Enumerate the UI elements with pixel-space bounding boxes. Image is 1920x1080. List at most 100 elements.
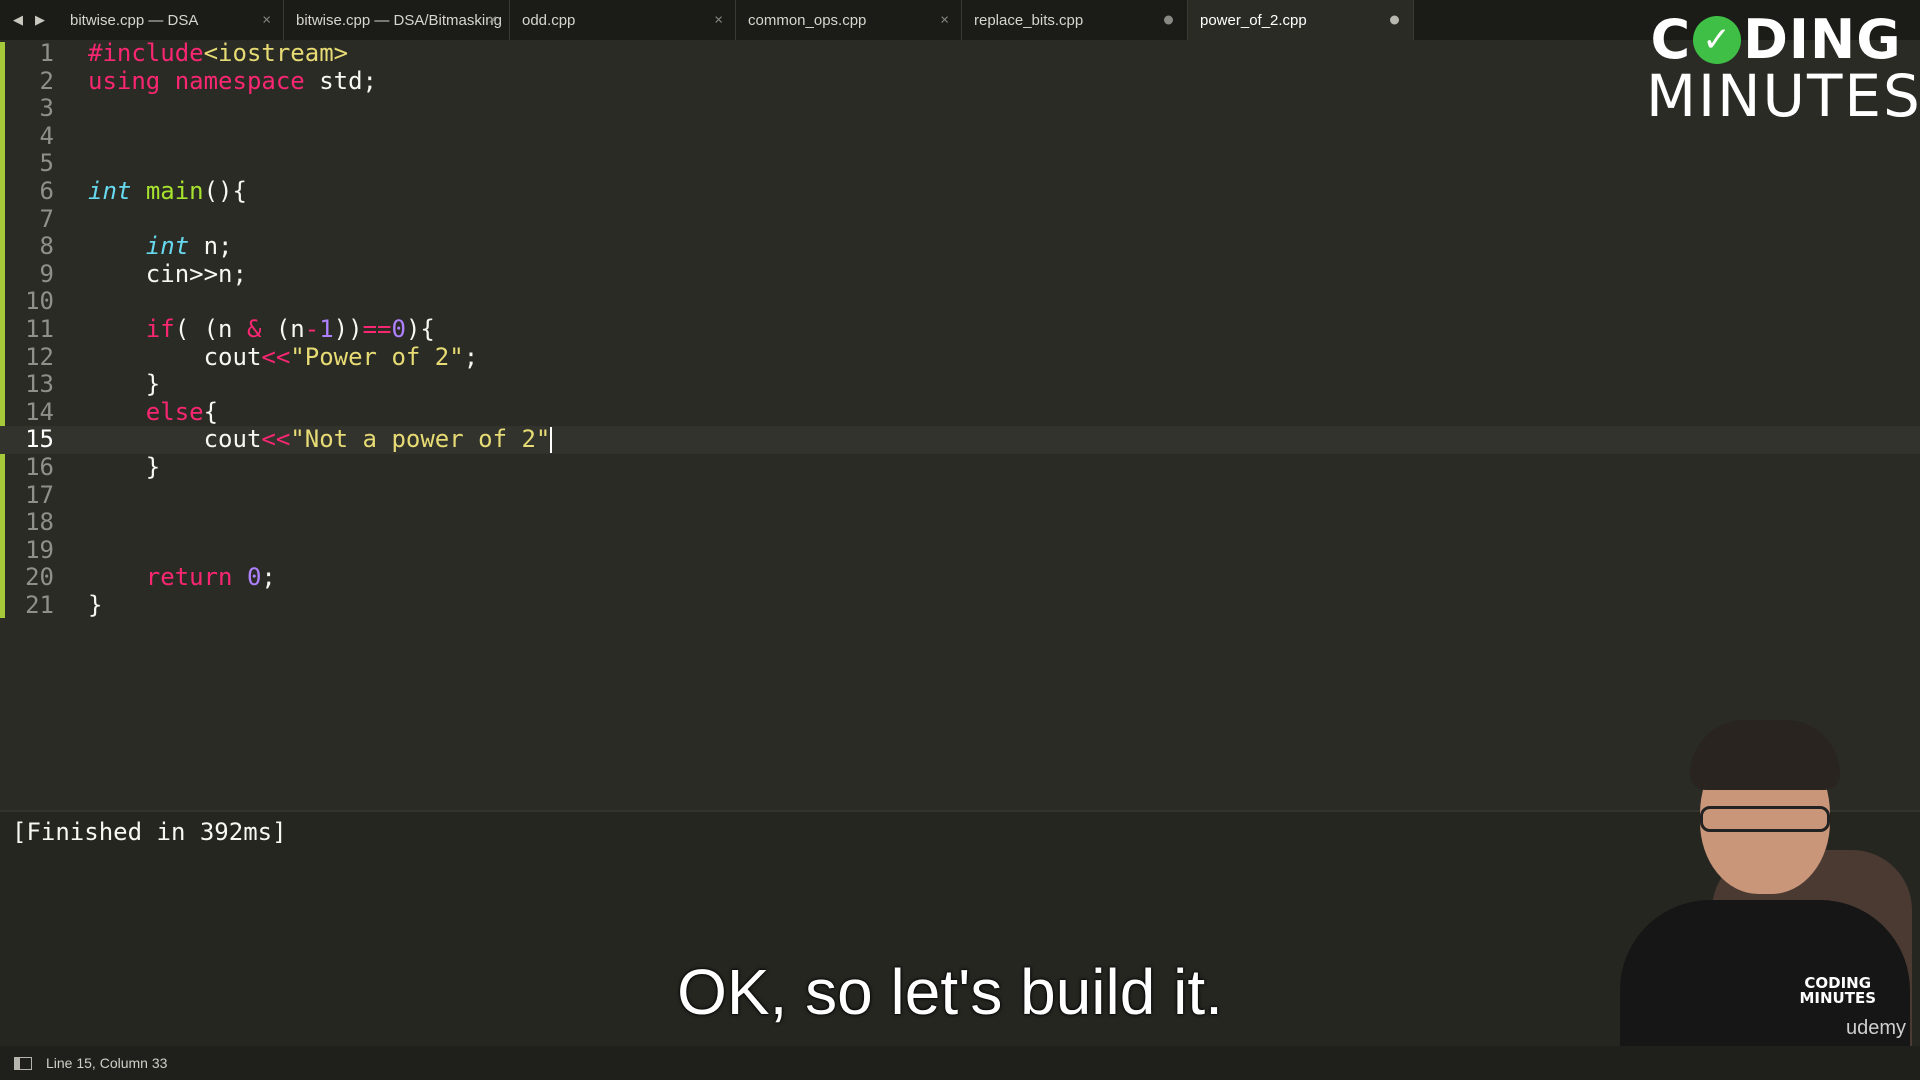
code-text: if( (n & (n-1))==0){: [88, 314, 435, 344]
code-text: }: [88, 370, 160, 399]
text-cursor: [550, 427, 553, 454]
unsaved-dot-icon[interactable]: [1390, 15, 1399, 25]
panel-toggle-icon[interactable]: [14, 1056, 32, 1070]
line-number: 18: [25, 508, 54, 537]
build-output-text: [Finished in 392ms]: [12, 818, 287, 846]
code-text: else{: [88, 398, 218, 427]
line-number: 9: [39, 259, 54, 288]
line-number: 7: [39, 204, 54, 233]
close-icon[interactable]: ×: [714, 12, 723, 29]
close-icon[interactable]: ×: [262, 12, 271, 29]
code-token: cin>>n;: [88, 259, 247, 288]
tab-3[interactable]: common_ops.cpp ×: [736, 0, 962, 40]
tab-5[interactable]: power_of_2.cpp: [1188, 0, 1414, 40]
code-line[interactable]: 21}: [0, 590, 1920, 620]
code-text: #include<iostream>: [88, 39, 349, 68]
tab-1[interactable]: bitwise.cpp — DSA/Bitmasking ×: [284, 0, 510, 40]
code-line[interactable]: 1 #include<iostream>: [0, 39, 1920, 68]
code-token: (n: [261, 314, 305, 343]
code-token: (){: [203, 176, 247, 205]
code-editor[interactable]: 1 #include<iostream> 2 using namespace std;…: [0, 39, 1920, 810]
tab-4[interactable]: replace_bits.cpp: [962, 0, 1188, 40]
code-token: &: [246, 314, 262, 343]
code-line[interactable]: 10: [0, 288, 1920, 316]
tab-0[interactable]: bitwise.cpp — DSA ×: [58, 0, 284, 40]
code-line[interactable]: 5: [0, 150, 1920, 178]
line-number: 16: [25, 452, 54, 481]
code-line[interactable]: 17: [0, 480, 1920, 510]
line-number: 21: [25, 590, 54, 619]
code-token: ==: [362, 314, 392, 343]
tab-navigation: ◀ ▶: [0, 0, 58, 40]
tab-forward-icon[interactable]: ▶: [35, 12, 45, 28]
code-token: <iostream>: [203, 39, 349, 67]
code-token: ){: [405, 314, 435, 343]
code-text: cin>>n;: [88, 259, 247, 289]
code-token: ;: [261, 563, 276, 592]
code-token: 1: [319, 314, 334, 343]
code-token: "Power of 2": [290, 342, 464, 371]
code-text: int n;: [88, 232, 233, 261]
cursor-position: Line 15, Column 33: [46, 1055, 168, 1071]
code-text: cout<<"Power of 2";: [88, 342, 479, 372]
code-line[interactable]: 3: [0, 95, 1920, 123]
code-token: int: [88, 176, 132, 205]
code-line[interactable]: 16 }: [0, 452, 1920, 482]
code-line[interactable]: 8 int n;: [0, 232, 1920, 261]
line-number: 13: [25, 370, 54, 399]
line-number: 12: [25, 342, 54, 371]
presenter-glasses: [1700, 806, 1830, 832]
tab-bar: ◀ ▶ bitwise.cpp — DSA × bitwise.cpp — DSA/…: [0, 0, 1920, 40]
code-text: using namespace std;: [88, 66, 377, 96]
line-number: 8: [39, 232, 54, 261]
tab-back-icon[interactable]: ◀: [13, 12, 23, 28]
code-line[interactable]: 18: [0, 508, 1920, 537]
code-token: if: [145, 314, 175, 343]
code-lines[interactable]: 1 #include<iostream> 2 using namespace std;…: [0, 39, 1920, 620]
line-number: 6: [39, 176, 54, 205]
code-line[interactable]: 2 using namespace std;: [0, 66, 1920, 96]
code-line[interactable]: 15 cout<<"Not a power of 2": [0, 426, 1920, 454]
unsaved-dot-icon[interactable]: [1164, 15, 1173, 25]
code-line[interactable]: 19: [0, 535, 1920, 565]
code-line[interactable]: 11 if( (n & (n-1))==0){: [0, 314, 1920, 344]
line-number: 5: [39, 149, 54, 178]
close-icon[interactable]: ×: [940, 12, 949, 29]
line-number: 19: [25, 535, 54, 564]
line-number: 15: [25, 425, 54, 454]
line-number: 4: [39, 121, 54, 150]
code-token: )): [333, 314, 363, 343]
code-line[interactable]: 12 cout<<"Power of 2";: [0, 342, 1920, 372]
code-line[interactable]: 20 return 0;: [0, 563, 1920, 592]
code-token: <<: [261, 342, 291, 371]
tabs: bitwise.cpp — DSA × bitwise.cpp — DSA/Bitm…: [58, 0, 1414, 40]
code-token: namespace: [174, 66, 305, 95]
tab-label: common_ops.cpp: [748, 11, 867, 29]
tab-label: power_of_2.cpp: [1200, 11, 1307, 29]
code-line[interactable]: 9 cin>>n;: [0, 259, 1920, 289]
line-number: 11: [25, 314, 54, 343]
code-text: }: [88, 590, 103, 620]
code-token: 0: [391, 314, 406, 343]
line-number: 14: [25, 397, 54, 426]
code-token: }: [88, 590, 103, 619]
tab-label: bitwise.cpp — DSA/Bitmasking: [296, 11, 502, 29]
code-line[interactable]: 14 else{: [0, 397, 1920, 427]
code-token: #include: [88, 39, 204, 67]
line-number: 17: [25, 480, 54, 509]
code-token: "Not a power of 2": [290, 425, 551, 454]
tab-2[interactable]: odd.cpp ×: [510, 0, 736, 40]
close-icon[interactable]: ×: [488, 12, 497, 29]
code-text: int main(){: [88, 176, 247, 206]
code-text: cout<<"Not a power of 2": [88, 425, 553, 454]
code-line[interactable]: 6 int main(){: [0, 176, 1920, 206]
code-line[interactable]: 4: [0, 121, 1920, 151]
code-token: using: [88, 66, 161, 95]
code-line[interactable]: 7: [0, 204, 1920, 234]
code-line[interactable]: 13 }: [0, 370, 1920, 399]
code-token: std;: [304, 66, 377, 95]
